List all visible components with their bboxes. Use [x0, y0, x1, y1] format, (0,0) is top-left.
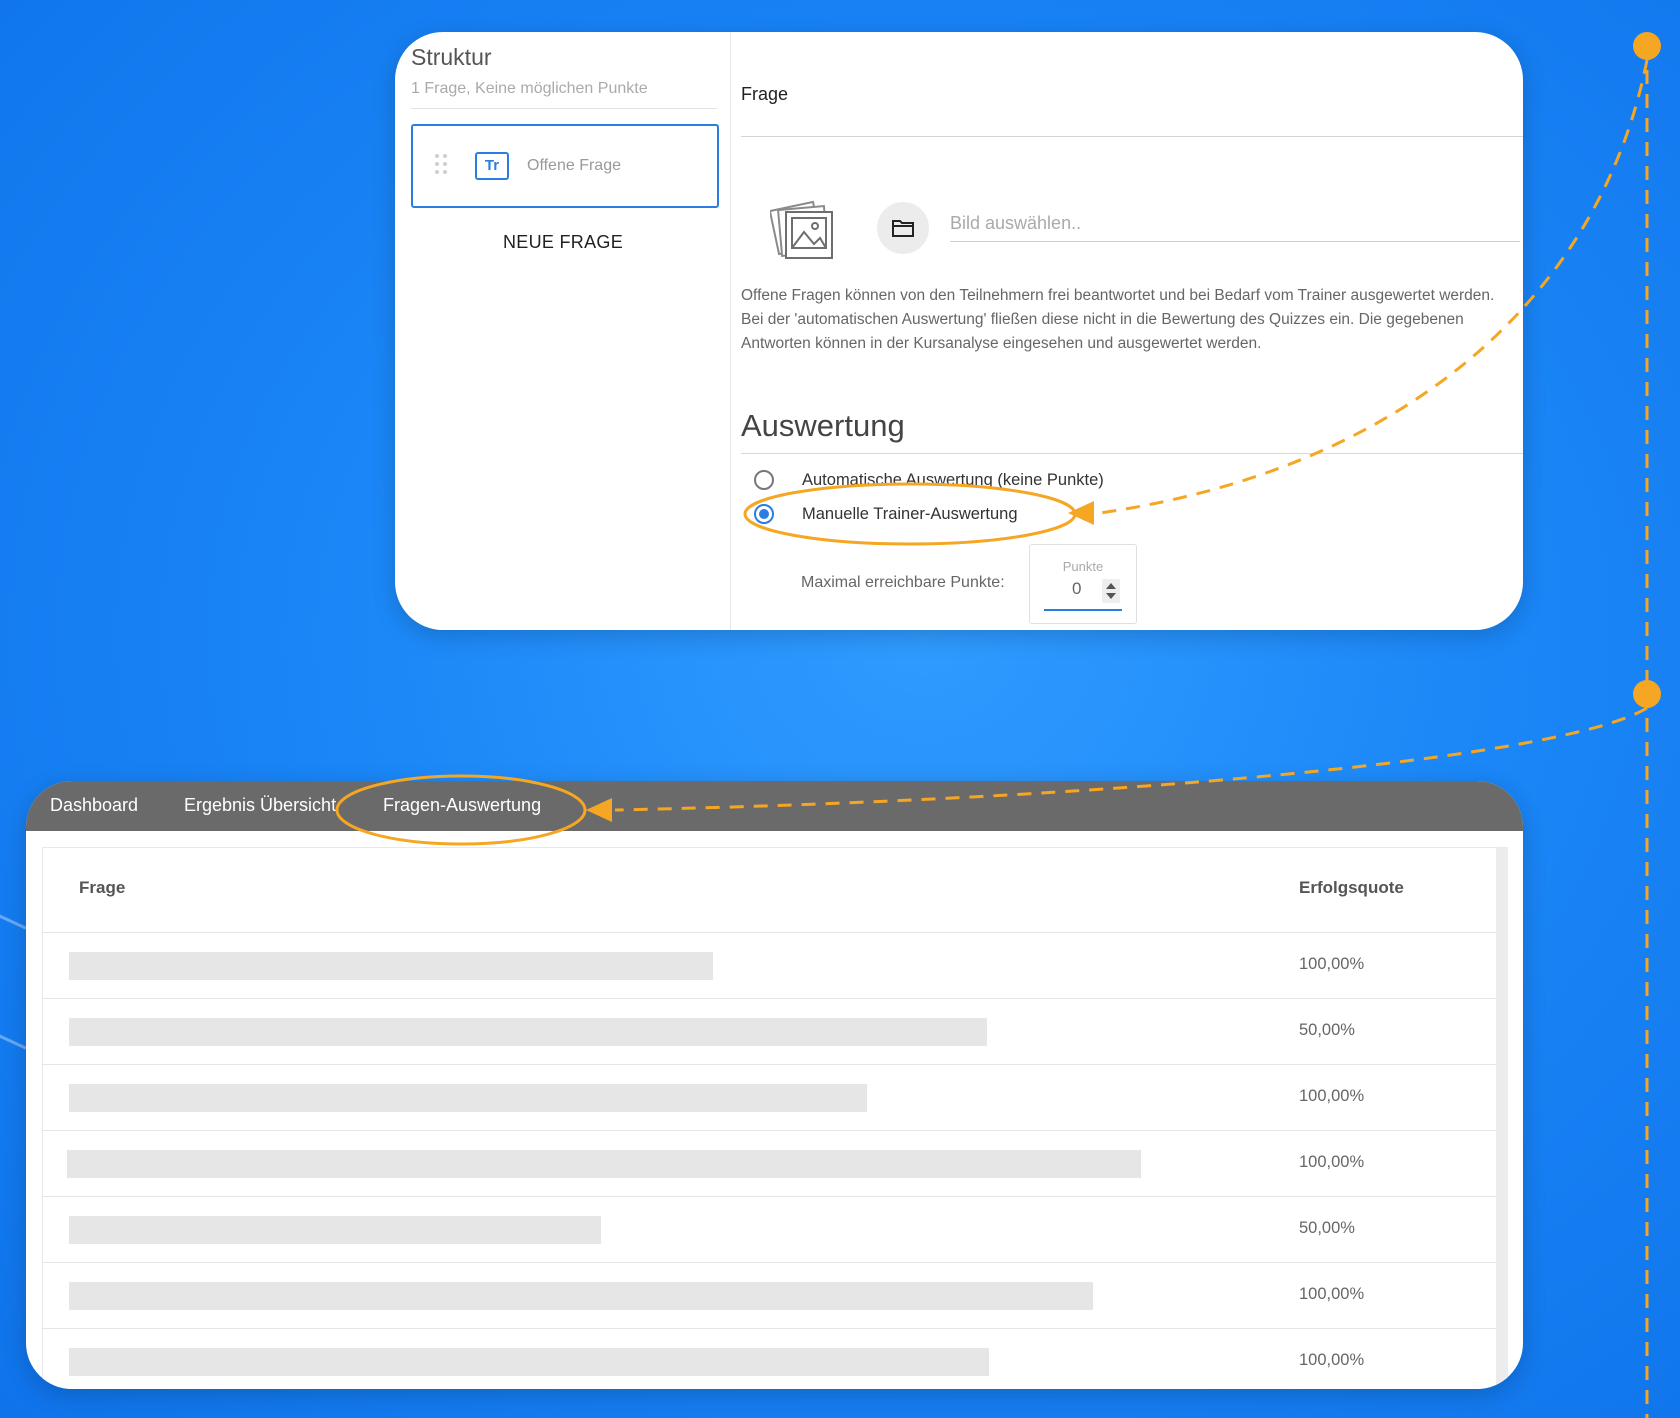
success-rate: 100,00% — [1299, 955, 1365, 973]
question-text-redacted — [69, 1282, 1093, 1310]
success-rate: 50,00% — [1299, 1021, 1355, 1039]
tab-question-analysis[interactable]: Fragen-Auswertung — [383, 795, 541, 816]
column-header-question[interactable]: Frage — [79, 878, 125, 898]
success-rate: 100,00% — [1299, 1153, 1365, 1171]
structure-title: Struktur — [411, 44, 492, 70]
question-item-label: Offene Frage — [527, 157, 621, 174]
folder-icon — [892, 220, 914, 237]
evaluation-option-manual[interactable]: Manuelle Trainer-Auswertung — [754, 502, 1018, 526]
question-detail-panel: Frage Bild auswählen.. Offene Fragen kön… — [732, 32, 1523, 630]
tab-dashboard[interactable]: Dashboard — [50, 795, 138, 816]
open-question-description: Offene Fragen können von den Teilnehmern… — [741, 287, 1495, 352]
question-editor-card: Struktur 1 Frage, Keine möglichen Punkte… — [395, 32, 1523, 630]
structure-subtitle: 1 Frage, Keine möglichen Punkte — [411, 80, 648, 97]
radio-manual[interactable] — [754, 504, 774, 524]
table-row[interactable]: 100,00% — [43, 1130, 1496, 1196]
background-streak — [0, 910, 27, 930]
table-row[interactable]: 50,00% — [43, 998, 1496, 1064]
image-placeholder-icon — [770, 200, 833, 259]
option-manual-label: Manuelle Trainer-Auswertung — [802, 504, 1018, 523]
drag-handle-icon[interactable] — [435, 154, 449, 178]
table-row[interactable]: 100,00% — [43, 1262, 1496, 1328]
analysis-table: Frage Erfolgsquote 100,00% 50,00% 100,00… — [42, 847, 1508, 1389]
image-path-input[interactable]: Bild auswählen.. — [950, 208, 1520, 242]
question-list-item[interactable]: Tr Offene Frage — [411, 124, 719, 208]
divider — [741, 453, 1523, 454]
column-header-success-rate[interactable]: Erfolgsquote — [1299, 878, 1404, 898]
table-row[interactable]: 100,00% — [43, 932, 1496, 998]
points-caption: Punkte — [1062, 559, 1104, 574]
text-type-icon: Tr — [475, 152, 509, 180]
question-text-redacted — [69, 1018, 987, 1046]
image-path-placeholder: Bild auswählen.. — [950, 213, 1082, 233]
option-auto-label: Automatische Auswertung (keine Punkte) — [802, 470, 1104, 489]
question-input-underline[interactable] — [741, 136, 1523, 137]
points-stepper[interactable] — [1102, 579, 1120, 603]
tab-bar: Dashboard Ergebnis Übersicht Fragen-Ausw… — [26, 781, 1523, 831]
question-text-redacted — [69, 1348, 989, 1376]
structure-panel: Struktur 1 Frage, Keine möglichen Punkte… — [395, 32, 731, 630]
timeline-dot — [1633, 32, 1661, 60]
radio-auto[interactable] — [754, 470, 774, 490]
table-row[interactable]: 100,00% — [43, 1064, 1496, 1130]
evaluation-title: Auswertung — [741, 408, 905, 443]
select-image-button[interactable] — [877, 202, 929, 254]
divider — [411, 108, 717, 109]
success-rate: 100,00% — [1299, 1285, 1365, 1303]
points-field[interactable]: Punkte 0 — [1029, 544, 1137, 624]
tab-results-overview[interactable]: Ergebnis Übersicht — [184, 795, 336, 816]
success-rate: 50,00% — [1299, 1219, 1355, 1237]
question-field-label: Frage — [741, 84, 789, 104]
timeline-dot — [1633, 680, 1661, 708]
success-rate: 100,00% — [1299, 1087, 1365, 1105]
question-text-redacted — [69, 1216, 601, 1244]
max-points-label: Maximal erreichbare Punkte: — [801, 574, 1005, 591]
table-row[interactable]: 50,00% — [43, 1196, 1496, 1262]
background-streak — [0, 1030, 27, 1050]
success-rate: 100,00% — [1299, 1351, 1365, 1369]
table-row[interactable]: 100,00% — [43, 1328, 1496, 1389]
question-text-redacted — [69, 1084, 867, 1112]
new-question-button[interactable]: NEUE FRAGE — [395, 232, 731, 253]
question-text-redacted — [69, 952, 713, 980]
evaluation-option-auto[interactable]: Automatische Auswertung (keine Punkte) — [754, 468, 1104, 492]
analysis-card: Dashboard Ergebnis Übersicht Fragen-Ausw… — [26, 781, 1523, 1389]
question-text-redacted — [67, 1150, 1141, 1178]
points-value[interactable]: 0 — [1072, 579, 1081, 599]
points-underline — [1044, 609, 1122, 611]
